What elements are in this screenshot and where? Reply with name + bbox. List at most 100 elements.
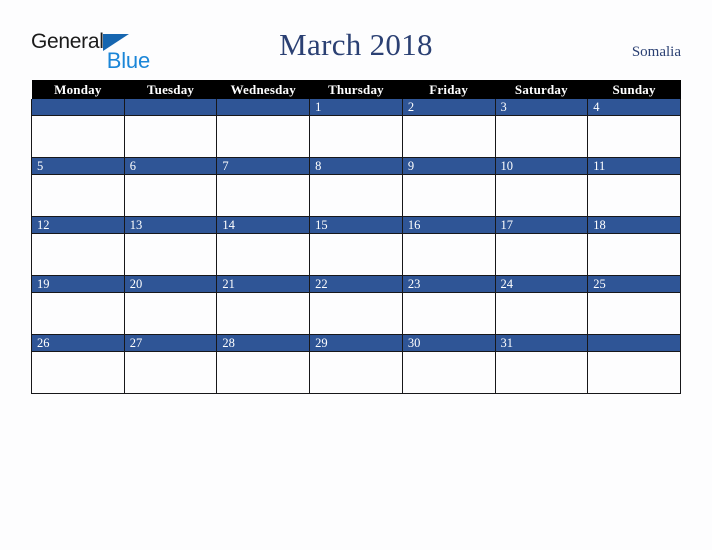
day-number: 11 [588,158,680,175]
calendar-day-cell[interactable]: 31 [494,334,589,394]
day-content[interactable] [310,116,402,157]
calendar-day-cell[interactable] [216,99,311,158]
day-content[interactable] [496,352,588,393]
day-content[interactable] [403,352,495,393]
calendar-day-cell[interactable] [31,99,125,158]
calendar-day-cell[interactable]: 30 [401,334,496,394]
day-number [32,99,124,116]
calendar-day-cell[interactable]: 26 [31,334,125,394]
day-content[interactable] [310,175,402,216]
calendar-day-cell[interactable]: 24 [494,275,589,335]
day-content[interactable] [310,293,402,334]
calendar-day-cell[interactable] [587,334,681,394]
day-content[interactable] [125,293,217,334]
day-content[interactable] [125,175,217,216]
day-number: 13 [124,217,217,234]
day-content[interactable] [125,352,217,393]
calendar-day-cell[interactable]: 27 [123,334,218,394]
weekday-header-wednesday: Wednesday [216,80,310,99]
day-content[interactable] [217,116,309,157]
day-content[interactable] [32,116,124,157]
calendar-day-cell[interactable]: 18 [587,216,681,276]
calendar-day-cell[interactable] [123,99,218,158]
day-content[interactable] [403,293,495,334]
calendar-day-cell[interactable]: 8 [309,157,403,217]
day-content[interactable] [310,234,402,275]
calendar-header-row-group: Monday Tuesday Wednesday Thursday Friday… [31,80,681,99]
day-content[interactable] [588,293,680,334]
day-content[interactable] [125,234,217,275]
calendar-body: 1 2 3 4 5 6 7 8 9 10 11 12 13 14 15 16 1… [31,99,681,394]
calendar-day-cell[interactable]: 4 [587,99,681,158]
day-content[interactable] [588,175,680,216]
day-content[interactable] [32,175,124,216]
weekday-header-saturday: Saturday [495,80,588,99]
day-number: 9 [402,158,495,175]
day-content[interactable] [496,175,588,216]
weekday-header-monday: Monday [31,80,125,99]
day-content[interactable] [32,293,124,334]
calendar-day-cell[interactable]: 11 [587,157,681,217]
calendar-day-cell[interactable]: 5 [31,157,125,217]
day-content[interactable] [403,234,495,275]
day-content[interactable] [588,234,680,275]
day-number: 24 [495,276,588,293]
day-content[interactable] [403,116,495,157]
day-number: 10 [495,158,588,175]
day-number: 14 [217,217,310,234]
day-content[interactable] [32,234,124,275]
calendar-day-cell[interactable]: 25 [587,275,681,335]
calendar-day-cell[interactable]: 17 [494,216,589,276]
day-number: 19 [32,276,124,293]
day-number: 31 [495,335,588,352]
calendar-day-cell[interactable]: 28 [216,334,311,394]
calendar-day-cell[interactable]: 16 [401,216,496,276]
day-content[interactable] [217,352,309,393]
day-content[interactable] [217,175,309,216]
calendar-day-cell[interactable]: 3 [494,99,589,158]
day-number: 28 [217,335,310,352]
calendar-day-cell[interactable]: 19 [31,275,125,335]
calendar-day-cell[interactable]: 20 [123,275,218,335]
day-number: 17 [495,217,588,234]
calendar-page: General Blue March 2018 Somalia Monday T… [0,0,712,550]
day-number: 29 [310,335,402,352]
calendar-day-cell[interactable]: 15 [309,216,403,276]
calendar-day-cell[interactable]: 6 [123,157,218,217]
day-content[interactable] [496,293,588,334]
day-number: 22 [310,276,402,293]
day-content[interactable] [125,116,217,157]
day-number: 16 [402,217,495,234]
day-content[interactable] [403,175,495,216]
day-content[interactable] [310,352,402,393]
day-content[interactable] [588,116,680,157]
calendar-day-cell[interactable]: 7 [216,157,311,217]
day-content[interactable] [496,116,588,157]
day-content[interactable] [217,234,309,275]
calendar-day-cell[interactable]: 2 [401,99,496,158]
calendar-day-cell[interactable]: 21 [216,275,311,335]
day-content[interactable] [217,293,309,334]
day-number: 7 [217,158,310,175]
calendar-day-cell[interactable]: 13 [123,216,218,276]
calendar-day-cell[interactable]: 12 [31,216,125,276]
day-number: 1 [310,99,402,116]
calendar-day-cell[interactable]: 1 [309,99,403,158]
calendar-day-cell[interactable]: 23 [401,275,496,335]
day-content[interactable] [588,352,680,393]
calendar-day-cell[interactable]: 22 [309,275,403,335]
country-label: Somalia [631,44,681,60]
page-header: General Blue March 2018 Somalia [0,0,712,78]
calendar-day-cell[interactable]: 29 [309,334,403,394]
calendar-day-cell[interactable]: 14 [216,216,311,276]
calendar-day-cell[interactable]: 10 [494,157,589,217]
day-content[interactable] [496,234,588,275]
calendar-table: Monday Tuesday Wednesday Thursday Friday… [31,80,681,394]
day-number: 23 [402,276,495,293]
day-number: 4 [588,99,680,116]
weekday-header-tuesday: Tuesday [124,80,217,99]
calendar-day-cell[interactable]: 9 [401,157,496,217]
weekday-header-row: Monday Tuesday Wednesday Thursday Friday… [31,80,681,99]
weekday-header-thursday: Thursday [309,80,403,99]
day-content[interactable] [32,352,124,393]
